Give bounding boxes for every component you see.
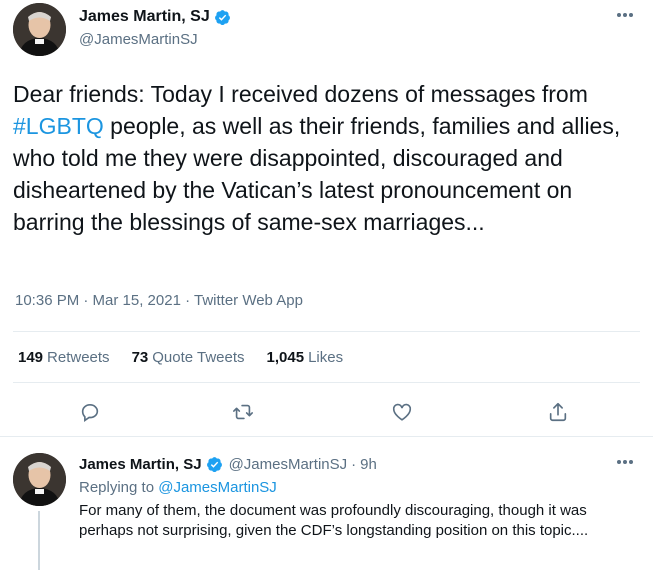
avatar[interactable]	[13, 3, 66, 56]
retweets-label: Retweets	[47, 349, 110, 366]
reply-icon[interactable]	[79, 401, 101, 423]
author-name-row: James Martin, SJ	[79, 8, 231, 26]
separator: ·	[351, 456, 357, 473]
likes-label: Likes	[308, 349, 344, 366]
replying-to: Replying to @JamesMartinSJ	[79, 479, 277, 496]
author-handle[interactable]: @JamesMartinSJ	[79, 31, 198, 48]
tweet-text-part: Dear friends: Today I received dozens of…	[13, 81, 588, 107]
replying-to-mention[interactable]: @JamesMartinSJ	[158, 479, 277, 496]
thread-line	[38, 511, 40, 570]
verified-badge-icon	[206, 456, 223, 473]
quote-tweets-count: 73	[131, 349, 149, 366]
reply-author-row: James Martin, SJ @JamesMartinSJ · 9h	[79, 456, 377, 473]
quote-tweets-stat[interactable]: 73 Quote Tweets	[132, 349, 245, 366]
divider	[13, 331, 640, 332]
more-options-icon[interactable]	[617, 460, 637, 470]
author-display-name[interactable]: James Martin, SJ	[79, 8, 210, 26]
verified-badge-icon	[214, 9, 231, 26]
reply-text: For many of them, the document was profo…	[79, 502, 589, 539]
reply-age[interactable]: 9h	[360, 456, 377, 473]
tweet-stats: 149 Retweets 73 Quote Tweets 1,045 Likes	[18, 349, 343, 366]
hashtag-link[interactable]: #LGBTQ	[13, 113, 104, 139]
reply-author-display-name[interactable]: James Martin, SJ	[79, 456, 202, 473]
tweet-text: Dear friends: Today I received dozens of…	[13, 78, 643, 238]
retweets-stat[interactable]: 149 Retweets	[18, 349, 110, 366]
tweet-text-part: people, as well as their friends, famili…	[13, 113, 621, 235]
quote-tweets-label: Quote Tweets	[152, 349, 245, 366]
retweet-icon[interactable]	[232, 401, 254, 423]
replying-label: Replying to	[79, 479, 155, 496]
like-icon[interactable]	[391, 401, 413, 423]
retweets-count: 149	[18, 349, 44, 366]
likes-stat[interactable]: 1,045 Likes	[267, 349, 344, 366]
main-tweet: James Martin, SJ @JamesMartinSJ Dear fri…	[0, 0, 653, 437]
more-options-icon[interactable]	[617, 13, 637, 23]
avatar[interactable]	[13, 453, 66, 506]
likes-count: 1,045	[266, 349, 305, 366]
divider	[13, 382, 640, 383]
reply-author-handle[interactable]: @JamesMartinSJ	[229, 456, 348, 473]
share-icon[interactable]	[547, 401, 569, 423]
tweet-timestamp[interactable]: 10:36 PM · Mar 15, 2021 · Twitter Web Ap…	[15, 292, 303, 309]
